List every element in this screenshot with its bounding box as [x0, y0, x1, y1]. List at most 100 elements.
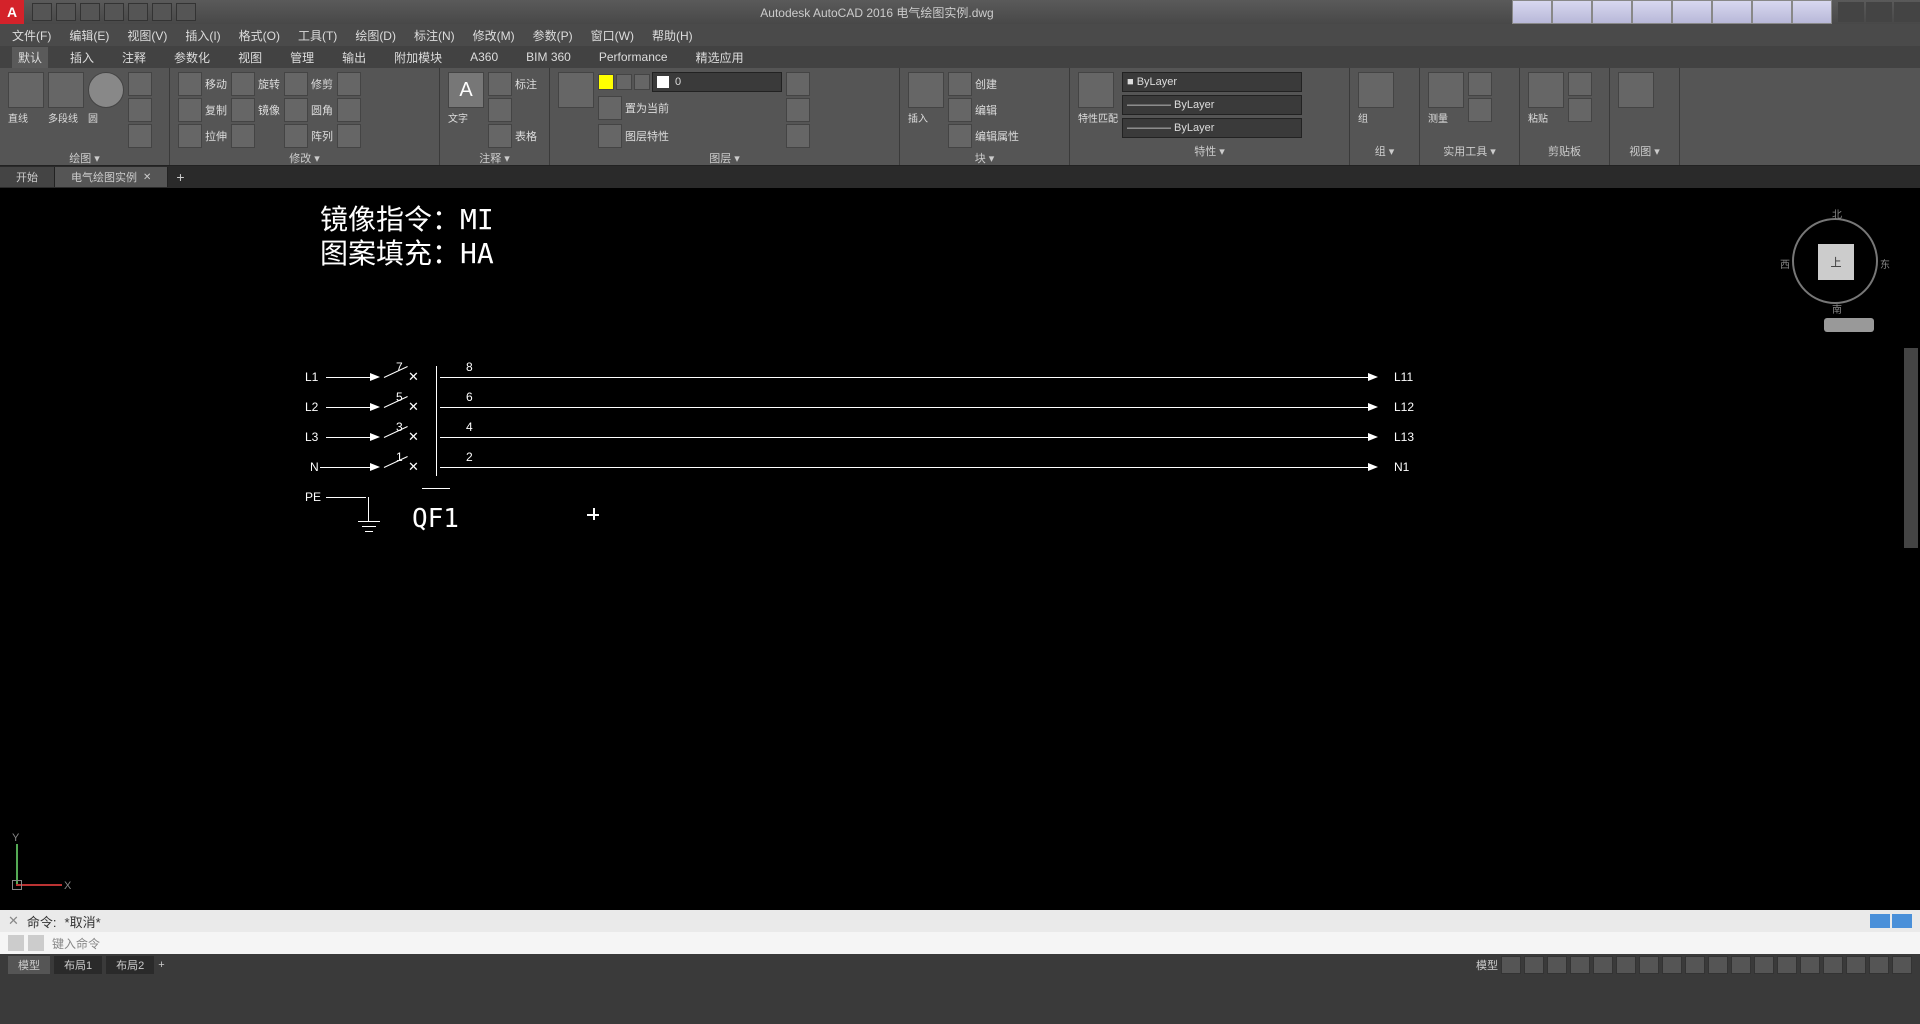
- layer-match-icon[interactable]: [786, 124, 810, 148]
- print-icon[interactable]: [152, 3, 172, 21]
- text-icon[interactable]: A: [448, 72, 484, 108]
- select-all-icon[interactable]: [1468, 72, 1492, 96]
- layout-1[interactable]: 布局1: [54, 956, 102, 974]
- menu-tools[interactable]: 工具(T): [298, 27, 337, 44]
- layout-2[interactable]: 布局2: [106, 956, 154, 974]
- menu-file[interactable]: 文件(F): [12, 27, 51, 44]
- tab-close-icon[interactable]: ✕: [143, 172, 151, 183]
- line-icon[interactable]: [8, 72, 44, 108]
- match-props-icon[interactable]: [1078, 72, 1114, 108]
- panel-modify-title[interactable]: 修改 ▾: [178, 148, 431, 168]
- isolate-icon[interactable]: [1823, 956, 1843, 974]
- panel-btn-4[interactable]: [1632, 0, 1672, 24]
- panel-block-title[interactable]: 块 ▾: [908, 148, 1061, 168]
- viewcube-wcs-dropdown[interactable]: [1824, 318, 1874, 332]
- cycling-toggle-icon[interactable]: [1685, 956, 1705, 974]
- panel-utilities-title[interactable]: 实用工具 ▾: [1428, 141, 1511, 161]
- tab-featured[interactable]: 精选应用: [690, 47, 750, 68]
- tab-output[interactable]: 输出: [336, 47, 372, 68]
- layer-iso-icon[interactable]: [786, 72, 810, 96]
- polyline-icon[interactable]: [48, 72, 84, 108]
- layout-model[interactable]: 模型: [8, 956, 50, 974]
- menu-edit[interactable]: 编辑(E): [69, 27, 109, 44]
- circle-icon[interactable]: [88, 72, 124, 108]
- move-icon[interactable]: [178, 72, 202, 96]
- menu-format[interactable]: 格式(O): [239, 27, 280, 44]
- trim-icon[interactable]: [284, 72, 308, 96]
- lweight-toggle-icon[interactable]: [1639, 956, 1659, 974]
- panel-btn-7[interactable]: [1752, 0, 1792, 24]
- base-view-icon[interactable]: [1618, 72, 1654, 108]
- command-line[interactable]: 键入命令: [0, 932, 1920, 954]
- rotate-icon[interactable]: [231, 72, 255, 96]
- customize-status-icon[interactable]: [1892, 956, 1912, 974]
- app-logo-icon[interactable]: A: [0, 0, 24, 24]
- drawing-canvas[interactable]: 镜像指令：MI 图案填充：HA L1 L2 L3 N PE L11 L12 L1…: [0, 188, 1920, 910]
- viewcube-compass[interactable]: 上 北 南 东 西: [1792, 218, 1878, 304]
- scale-icon[interactable]: [231, 124, 255, 148]
- layer-freeze-icon[interactable]: [616, 74, 632, 90]
- redo-icon[interactable]: [128, 3, 148, 21]
- cut-icon[interactable]: [1568, 72, 1592, 96]
- panel-groups-title[interactable]: 组 ▾: [1358, 141, 1411, 161]
- cmd-dropdown-icon[interactable]: [28, 935, 44, 951]
- panel-annotate-title[interactable]: 注释 ▾: [448, 148, 541, 168]
- table-icon[interactable]: [488, 124, 512, 148]
- menu-draw[interactable]: 绘图(D): [355, 27, 396, 44]
- array-icon[interactable]: [284, 124, 308, 148]
- command-close-icon[interactable]: ✕: [8, 913, 19, 929]
- panel-btn-6[interactable]: [1712, 0, 1752, 24]
- tab-parametric[interactable]: 参数化: [168, 47, 216, 68]
- copy-icon[interactable]: [178, 98, 202, 122]
- panel-btn-3[interactable]: [1592, 0, 1632, 24]
- create-block-icon[interactable]: [948, 72, 972, 96]
- offset-icon[interactable]: [337, 124, 361, 148]
- menu-insert[interactable]: 插入(I): [185, 27, 220, 44]
- panel-btn-1[interactable]: [1512, 0, 1552, 24]
- tab-start[interactable]: 开始: [0, 167, 55, 187]
- dim-icon[interactable]: [488, 72, 512, 96]
- cmd-recent-icon[interactable]: [1870, 914, 1890, 928]
- annotation-scale-icon[interactable]: [1708, 956, 1728, 974]
- hatch-icon[interactable]: [128, 124, 152, 148]
- linetype-dropdown[interactable]: ———— ByLayer: [1122, 95, 1302, 115]
- edit-block-icon[interactable]: [948, 98, 972, 122]
- menu-dimension[interactable]: 标注(N): [414, 27, 455, 44]
- insert-block-icon[interactable]: [908, 72, 944, 108]
- otrack-toggle-icon[interactable]: [1616, 956, 1636, 974]
- clean-screen-icon[interactable]: [1869, 956, 1889, 974]
- hardware-accel-icon[interactable]: [1846, 956, 1866, 974]
- menu-help[interactable]: 帮助(H): [652, 27, 693, 44]
- tab-annotate[interactable]: 注释: [116, 47, 152, 68]
- edit-attr-icon[interactable]: [948, 124, 972, 148]
- panel-layers-title[interactable]: 图层 ▾: [558, 148, 891, 168]
- tab-current-file[interactable]: 电气绘图实例✕: [55, 167, 168, 187]
- cmd-expand-icon[interactable]: [1892, 914, 1912, 928]
- quick-props-icon[interactable]: [1800, 956, 1820, 974]
- layer-lock-icon[interactable]: [634, 74, 650, 90]
- leader-icon[interactable]: [488, 98, 512, 122]
- undo-icon[interactable]: [104, 3, 124, 21]
- menu-param[interactable]: 参数(P): [533, 27, 573, 44]
- workspace-icon[interactable]: [1731, 956, 1751, 974]
- polar-toggle-icon[interactable]: [1570, 956, 1590, 974]
- copy-clip-icon[interactable]: [1568, 98, 1592, 122]
- group-icon[interactable]: [1358, 72, 1394, 108]
- maximize-icon[interactable]: [1866, 2, 1892, 22]
- paste-icon[interactable]: [1528, 72, 1564, 108]
- close-icon[interactable]: [1894, 2, 1920, 22]
- layer-off-icon[interactable]: [786, 98, 810, 122]
- panel-view-title[interactable]: 视图 ▾: [1618, 141, 1671, 161]
- panel-properties-title[interactable]: 特性 ▾: [1078, 141, 1341, 161]
- menu-view[interactable]: 视图(V): [127, 27, 167, 44]
- new-tab-button[interactable]: +: [168, 167, 192, 187]
- explode-icon[interactable]: [337, 98, 361, 122]
- tab-insert[interactable]: 插入: [64, 47, 100, 68]
- measure-icon[interactable]: [1428, 72, 1464, 108]
- tab-addins[interactable]: 附加模块: [388, 47, 448, 68]
- snap-toggle-icon[interactable]: [1524, 956, 1544, 974]
- viewcube-top-face[interactable]: 上: [1818, 244, 1854, 280]
- vertical-scrollbar[interactable]: [1904, 348, 1918, 548]
- open-icon[interactable]: [80, 3, 100, 21]
- mirror-icon[interactable]: [231, 98, 255, 122]
